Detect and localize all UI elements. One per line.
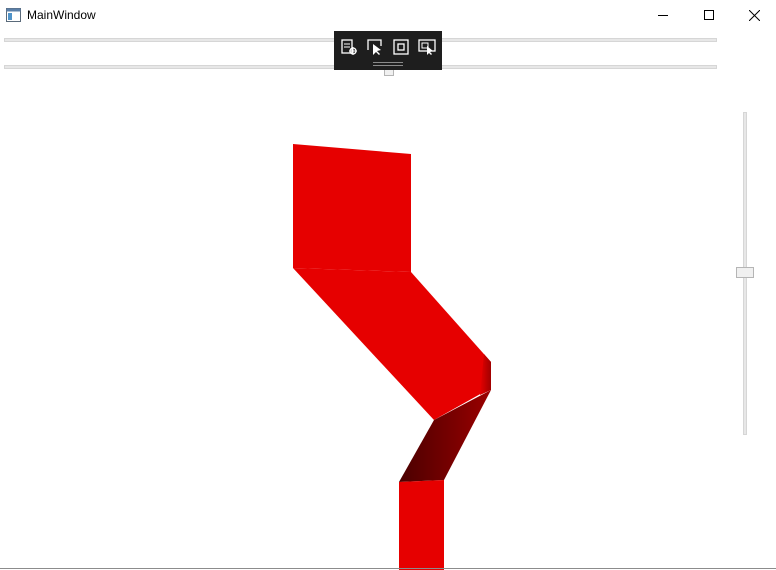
- close-icon: [748, 10, 760, 21]
- live-visual-tree-icon: [341, 39, 357, 55]
- vertical-slider-thumb[interactable]: [736, 267, 754, 278]
- app-window-icon: [6, 8, 21, 22]
- select-element-button[interactable]: [365, 37, 385, 57]
- live-visual-tree-button[interactable]: [339, 37, 359, 57]
- window-title: MainWindow: [27, 8, 96, 22]
- close-button[interactable]: [731, 0, 776, 31]
- toolbar-drag-grip[interactable]: [373, 62, 403, 66]
- 3d-viewport[interactable]: [0, 76, 730, 570]
- track-focused-element-icon: [418, 39, 436, 55]
- maximize-icon: [703, 10, 714, 20]
- minimize-button[interactable]: [640, 0, 686, 31]
- red-ribbon-top-segment: [293, 144, 411, 272]
- minimize-icon: [657, 15, 668, 16]
- title-bar: MainWindow: [0, 0, 776, 31]
- track-focused-element-button[interactable]: [417, 37, 437, 57]
- window-bottom-border: [0, 568, 776, 569]
- xaml-debug-toolbar: [334, 31, 442, 70]
- display-layout-adorners-button[interactable]: [391, 37, 411, 57]
- red-ribbon-bottom-segment: [399, 480, 444, 570]
- select-element-icon: [367, 39, 382, 55]
- red-ribbon-diagonal-segment: [293, 268, 491, 420]
- maximize-button[interactable]: [686, 0, 732, 31]
- display-layout-adorners-icon: [393, 39, 409, 55]
